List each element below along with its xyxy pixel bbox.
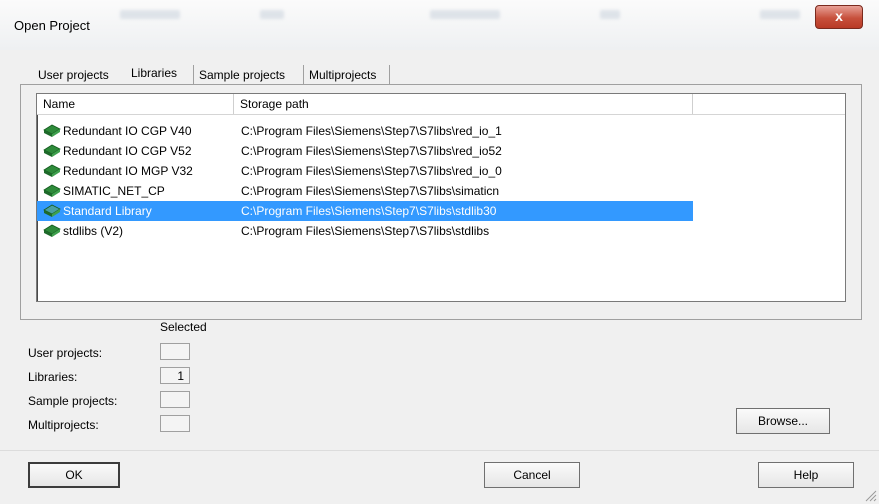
library-icon: [43, 164, 63, 178]
blurred-background-text: [600, 10, 620, 19]
list-item[interactable]: Redundant IO CGP V52 C:\Program Files\Sie…: [37, 141, 693, 161]
user-projects-label: User projects:: [28, 346, 103, 360]
blurred-background-text: [260, 10, 284, 19]
tab-libraries[interactable]: Libraries: [131, 66, 177, 80]
library-icon: [43, 224, 63, 238]
column-header-storage-path[interactable]: Storage path: [234, 94, 693, 114]
library-icon: [43, 184, 63, 198]
list-item-name: Standard Library: [43, 201, 152, 221]
column-header-name[interactable]: Name: [37, 94, 234, 114]
tab-multiprojects[interactable]: Multiprojects: [309, 68, 376, 82]
libraries-count: 1: [160, 367, 190, 384]
library-icon: [43, 124, 63, 138]
library-icon: [43, 204, 63, 218]
browse-button[interactable]: Browse...: [736, 408, 830, 434]
list-item-name: SIMATIC_NET_CP: [43, 181, 165, 201]
list-item-path: C:\Program Files\Siemens\Step7\S7libs\re…: [241, 124, 502, 138]
close-icon: x: [835, 8, 843, 24]
separator: [0, 450, 879, 451]
column-header-empty: [693, 94, 845, 114]
list-item[interactable]: Standard Library C:\Program Files\Siemens…: [37, 201, 693, 221]
list-item-name: Redundant IO CGP V52: [43, 141, 192, 161]
blurred-background-text: [430, 10, 500, 19]
user-projects-count: [160, 343, 190, 360]
ok-button[interactable]: OK: [28, 462, 120, 488]
libraries-label: Libraries:: [28, 370, 78, 384]
library-icon: [43, 144, 63, 158]
list-item-path: C:\Program Files\Siemens\Step7\S7libs\si…: [241, 184, 500, 198]
list-item[interactable]: stdlibs (V2) C:\Program Files\Siemens\Ste…: [37, 221, 693, 241]
list-item-name: stdlibs (V2): [43, 221, 123, 241]
cancel-button[interactable]: Cancel: [484, 462, 580, 488]
tab-divider: [303, 65, 304, 84]
blurred-background-text: [760, 10, 800, 19]
tab-user-projects[interactable]: User projects: [38, 68, 109, 82]
window-title: Open Project: [14, 18, 90, 33]
title-bar: Open Project x: [0, 0, 879, 50]
list-item-name: Redundant IO MGP V32: [43, 161, 193, 181]
tab-divider: [193, 65, 194, 84]
list-item-path: C:\Program Files\Siemens\Step7\S7libs\st…: [241, 224, 490, 238]
list-header: Name Storage path: [37, 94, 845, 115]
sample-projects-count: [160, 391, 190, 408]
help-button[interactable]: Help: [758, 462, 854, 488]
resize-grip-icon[interactable]: [863, 488, 877, 502]
multiprojects-count: [160, 415, 190, 432]
list-item-path: C:\Program Files\Siemens\Step7\S7libs\re…: [241, 144, 502, 158]
multiprojects-label: Multiprojects:: [28, 418, 99, 432]
list-item-name: Redundant IO CGP V40: [43, 121, 192, 141]
close-button[interactable]: x: [815, 5, 863, 29]
library-list[interactable]: Name Storage path Redundant IO CGP V40 C:…: [36, 93, 846, 302]
list-item[interactable]: Redundant IO CGP V40 C:\Program Files\Sie…: [37, 121, 693, 141]
tab-divider: [389, 65, 390, 84]
selected-header: Selected: [160, 320, 207, 334]
blurred-background-text: [120, 10, 180, 19]
list-item-path: C:\Program Files\Siemens\Step7\S7libs\st…: [241, 204, 497, 218]
list-item-path: C:\Program Files\Siemens\Step7\S7libs\re…: [241, 164, 502, 178]
list-item[interactable]: Redundant IO MGP V32 C:\Program Files\Sie…: [37, 161, 693, 181]
tab-sample-projects[interactable]: Sample projects: [199, 68, 285, 82]
sample-projects-label: Sample projects:: [28, 394, 118, 408]
list-item[interactable]: SIMATIC_NET_CP C:\Program Files\Siemens\S…: [37, 181, 693, 201]
